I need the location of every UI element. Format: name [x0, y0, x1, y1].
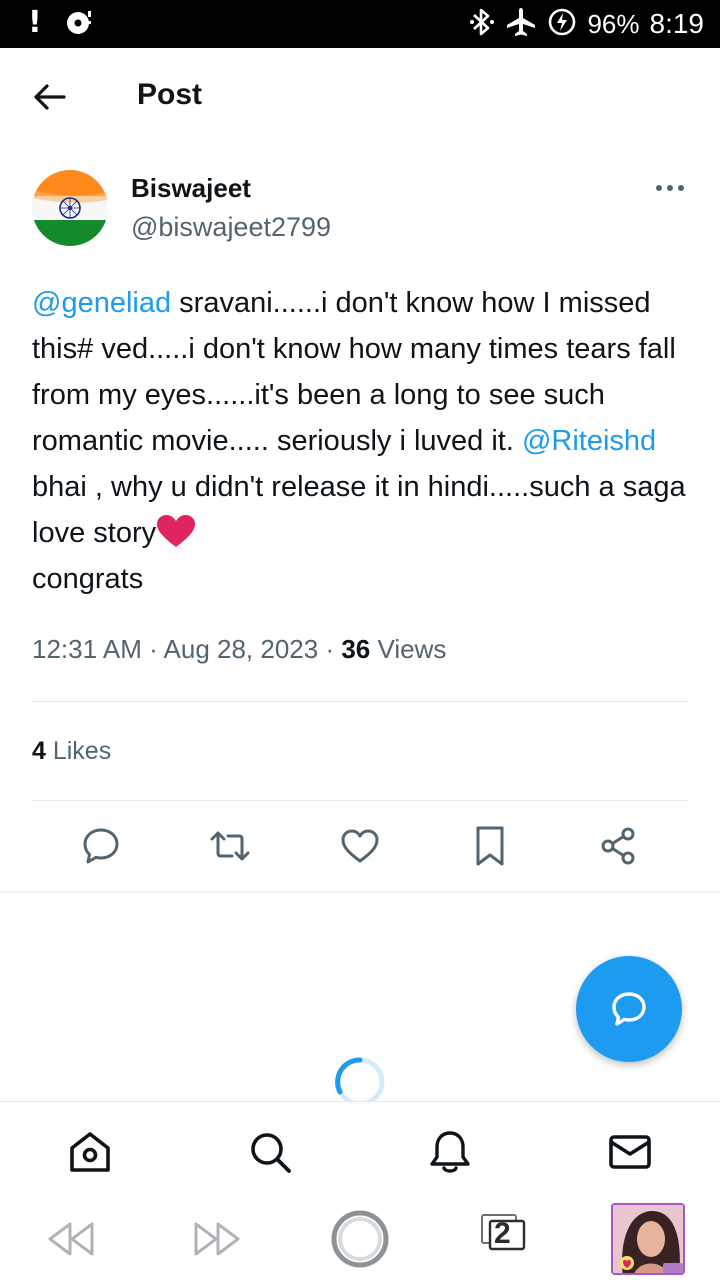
mention-link[interactable]: @geneliad: [32, 287, 171, 319]
fast-forward-button[interactable]: [192, 1220, 242, 1263]
like-icon: [341, 829, 379, 863]
author-handle[interactable]: @biswajeet2799: [131, 212, 331, 243]
post-time: 12:31 AM: [32, 634, 142, 664]
messages-icon: [609, 1135, 651, 1169]
home-circle-button[interactable]: [330, 1209, 390, 1274]
share-icon: [601, 827, 635, 865]
system-nav-bar: 2: [0, 1198, 720, 1280]
status-left: !: [28, 6, 96, 40]
page-title: Post: [137, 78, 203, 111]
likes-link[interactable]: 4 Likes: [32, 737, 111, 766]
back-button[interactable]: [32, 82, 68, 112]
tab-messages[interactable]: [606, 1128, 654, 1176]
battery-charging-icon: [547, 7, 577, 42]
app-header: Post: [0, 48, 720, 148]
meta-separator: ·: [318, 634, 342, 664]
likes-label: Likes: [45, 737, 112, 765]
meta-separator: ·: [141, 634, 164, 664]
recent-apps-count: 2: [494, 1217, 511, 1250]
app-thumbnail-image: [613, 1205, 683, 1273]
repost-icon: [210, 831, 250, 861]
reply-icon: [83, 828, 119, 864]
recent-apps-button[interactable]: 2: [480, 1213, 526, 1258]
divider: [32, 701, 688, 702]
more-icon: [656, 185, 684, 191]
views-label: Views: [370, 634, 447, 664]
compose-reply-icon: [612, 992, 646, 1026]
airplane-mode-icon: [505, 6, 537, 43]
post-text: @geneliad sravani......i don't know how …: [32, 280, 692, 602]
app-thumbnail[interactable]: [611, 1203, 685, 1275]
bluetooth-icon: [469, 6, 495, 43]
tab-search[interactable]: [246, 1128, 294, 1176]
divider: [32, 800, 688, 801]
post-text-segment: congrats: [32, 563, 144, 595]
section-divider: [0, 891, 720, 893]
tab-home[interactable]: [66, 1128, 114, 1176]
share-button[interactable]: [597, 824, 641, 868]
home-circle-icon: [331, 1210, 389, 1268]
bookmark-icon: [476, 826, 504, 866]
search-icon: [251, 1133, 291, 1173]
likes-count: 4: [32, 737, 46, 765]
post-actions: [0, 820, 720, 880]
like-button[interactable]: [338, 824, 382, 868]
media-icon: [64, 7, 96, 40]
bottom-tab-bar: [0, 1101, 720, 1197]
mention-link[interactable]: @Riteishd: [522, 425, 656, 457]
reply-fab-button[interactable]: [576, 956, 682, 1062]
tab-notifications[interactable]: [426, 1128, 474, 1176]
author-name[interactable]: Biswajeet: [131, 173, 251, 204]
more-options-button[interactable]: [652, 178, 688, 198]
status-right: 96% 8:19: [469, 6, 704, 42]
back-arrow-icon: [34, 84, 66, 110]
rewind-button[interactable]: [46, 1220, 96, 1263]
status-bar: ! 96% 8:19: [0, 0, 720, 48]
battery-percent: 96%: [587, 8, 640, 39]
avatar[interactable]: [32, 170, 108, 246]
red-heart-emoji-icon: [156, 514, 196, 548]
rewind-icon: [48, 1222, 94, 1256]
views-count: 36: [341, 634, 371, 664]
post-text-segment: bhai , why u didn't release it in hindi.…: [32, 471, 686, 549]
alert-icon: !: [28, 5, 42, 40]
post-date: Aug 28, 2023: [163, 634, 319, 664]
clock: 8:19: [649, 8, 705, 39]
fast-forward-icon: [194, 1222, 240, 1256]
bookmark-button[interactable]: [468, 824, 512, 868]
notifications-icon: [430, 1131, 470, 1173]
reply-button[interactable]: [79, 824, 123, 868]
repost-button[interactable]: [208, 824, 252, 868]
post-meta: 12:31 AM · Aug 28, 2023 · 36 Views: [32, 634, 446, 665]
home-icon: [70, 1132, 110, 1172]
indian-flag-avatar: [32, 170, 108, 246]
